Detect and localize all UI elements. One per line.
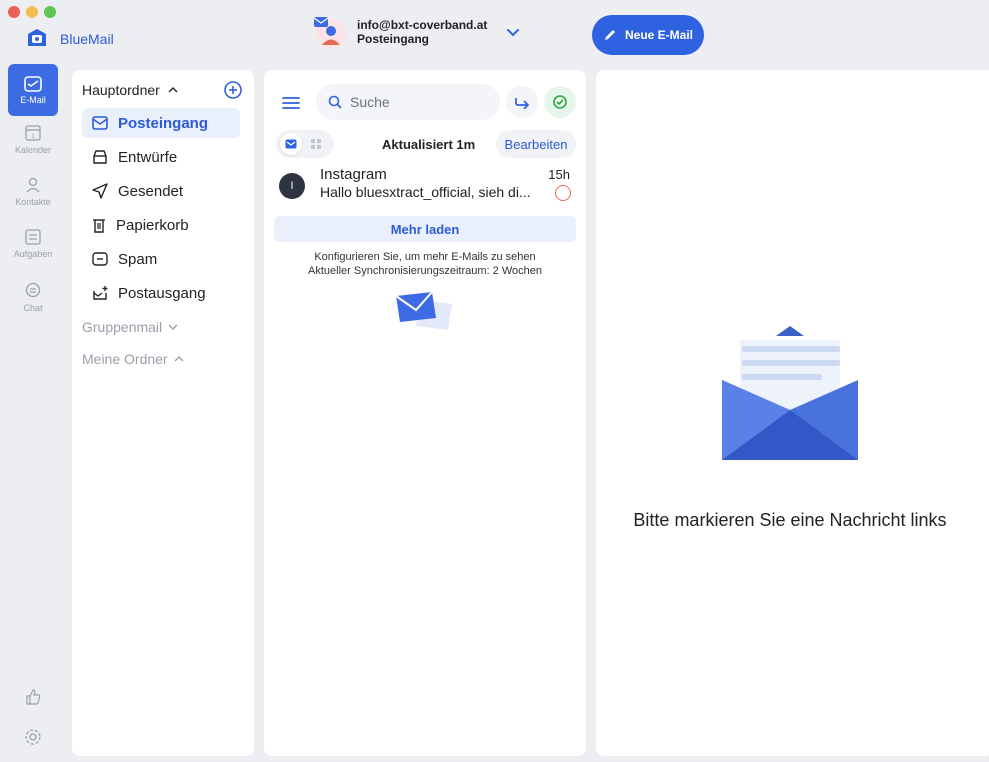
rail-label: E-Mail [20, 94, 46, 105]
sync-hint: Konfigurieren Sie, um mehr E-Mails zu se… [274, 250, 576, 278]
sync-hint-line-1: Konfigurieren Sie, um mehr E-Mails zu se… [314, 251, 536, 263]
sync-button[interactable] [544, 86, 576, 118]
edit-button[interactable]: Bearbeiten [496, 130, 576, 158]
load-more-button[interactable]: Mehr laden [274, 216, 576, 242]
title-bar: BlueMail info@bxt-coverband.at Posteinga… [0, 0, 989, 64]
message-list-panel: Aktualisiert 1m Bearbeiten I Instagram 1… [264, 70, 586, 756]
folder-group-label: Meine Ordner [82, 351, 168, 367]
app-name: BlueMail [60, 31, 114, 47]
empty-reader-message: Bitte markieren Sie eine Nachricht links [633, 510, 947, 530]
rail-label: Kalender [14, 145, 52, 155]
account-folder: Posteingang [357, 32, 430, 46]
rail-item-contacts[interactable]: Kontakte [8, 176, 58, 207]
folder-label: Papierkorb [116, 216, 189, 234]
unread-circle-icon[interactable] [555, 185, 571, 201]
account-switcher[interactable]: info@bxt-coverband.at Posteingang [311, 14, 521, 50]
rail-label: Kontakte [15, 197, 51, 207]
chevron-up-icon [174, 356, 184, 362]
folder-item-spam[interactable]: Spam [82, 244, 240, 274]
reply-arrow-icon [515, 98, 530, 109]
search-icon [328, 95, 342, 109]
folder-group-label: Gruppenmail [82, 319, 163, 335]
folder-panel: Hauptordner Posteingang Entwürfe Gesende… [72, 70, 254, 756]
calendar-icon: 1 [25, 125, 41, 141]
grid-view-toggle[interactable] [308, 136, 324, 152]
reading-pane: Bitte markieren Sie eine Nachricht links [596, 70, 989, 756]
message-time: 15h [548, 167, 570, 182]
rail-label: Aufgaben [13, 249, 53, 259]
inbox-icon [92, 116, 108, 130]
rail-item-tasks[interactable]: Aufgaben [8, 228, 58, 259]
rate-button[interactable] [8, 688, 58, 709]
chevron-down-icon [168, 324, 178, 330]
settings-button[interactable] [8, 728, 58, 749]
sender-avatar: I [279, 173, 305, 199]
message-row[interactable]: I Instagram 15h Hallo bluesxtract_offici… [264, 164, 586, 208]
sent-icon [92, 183, 108, 199]
chevron-down-icon[interactable] [505, 24, 521, 40]
drafts-icon [93, 150, 107, 164]
gear-icon [25, 729, 41, 745]
folder-group-main[interactable]: Hauptordner [82, 82, 178, 98]
folder-group-meine-ordner[interactable]: Meine Ordner [82, 351, 184, 367]
rail-label: Chat [23, 303, 43, 313]
bluemail-logo-icon [28, 29, 46, 46]
folder-item-papierkorb[interactable]: Papierkorb [82, 210, 240, 240]
grid-icon [311, 139, 321, 149]
folder-item-posteingang[interactable]: Posteingang [82, 108, 240, 138]
thumbs-up-icon [26, 689, 41, 705]
reply-button[interactable] [506, 86, 538, 118]
rail-item-calendar[interactable]: 1 Kalender [8, 124, 58, 155]
message-sender: Instagram [320, 166, 387, 183]
compose-label: Neue E-Mail [624, 28, 693, 42]
trash-icon [93, 219, 105, 233]
envelope-illustration-icon [395, 291, 452, 330]
folder-label: Entwürfe [118, 148, 178, 166]
open-envelope-illustration-icon [722, 326, 858, 460]
hamburger-menu-icon[interactable] [280, 92, 302, 114]
search-input[interactable] [350, 94, 490, 110]
message-snippet: Hallo bluesxtract_official, sieh di... [320, 184, 531, 200]
chat-icon [25, 282, 41, 298]
account-email: info@bxt-coverband.at [357, 18, 488, 32]
folder-label: Posteingang [118, 114, 209, 132]
rail-item-email[interactable]: E-Mail [8, 64, 58, 116]
sync-status: Aktualisiert 1m [382, 137, 476, 152]
outbox-icon [93, 286, 108, 300]
add-folder-icon[interactable] [223, 80, 243, 100]
app-window: BlueMail info@bxt-coverband.at Posteinga… [0, 0, 989, 762]
sync-hint-line-2: Aktueller Synchronisierungszeitraum: 2 W… [308, 265, 542, 277]
folder-label: Gesendet [118, 182, 184, 200]
pencil-icon [604, 30, 615, 40]
folder-label: Postausgang [118, 284, 206, 302]
folder-item-gesendet[interactable]: Gesendet [82, 176, 240, 206]
mail-icon [24, 75, 42, 92]
folder-group-title: Hauptordner [82, 82, 160, 98]
svg-text:1: 1 [31, 134, 35, 140]
compose-button[interactable]: Neue E-Mail [592, 15, 704, 55]
account-avatar-icon [313, 17, 346, 49]
mail-icon [285, 139, 297, 149]
search-box[interactable] [316, 84, 500, 120]
folder-item-entwuerfe[interactable]: Entwürfe [82, 142, 240, 172]
spam-icon [92, 252, 108, 266]
folder-group-gruppenmail[interactable]: Gruppenmail [82, 319, 178, 335]
mail-view-toggle[interactable] [280, 133, 302, 155]
sync-icon [553, 95, 567, 109]
tasks-icon [25, 229, 41, 245]
nav-rail: E-Mail 1 Kalender Kontakte Aufgaben Chat [0, 62, 66, 762]
account-text: info@bxt-coverband.at Posteingang [357, 18, 487, 46]
folder-label: Spam [118, 250, 158, 268]
folder-item-postausgang[interactable]: Postausgang [82, 278, 240, 308]
contacts-icon [26, 177, 40, 193]
rail-item-chat[interactable]: Chat [8, 282, 58, 313]
chevron-up-icon [168, 87, 178, 93]
view-toggle [276, 130, 334, 158]
